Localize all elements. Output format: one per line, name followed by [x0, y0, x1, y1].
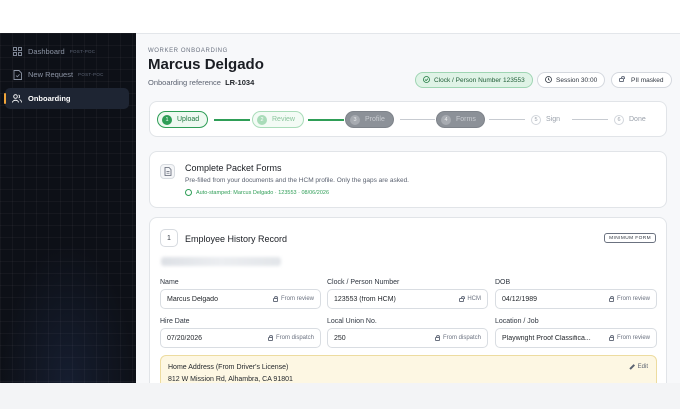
check-circle-icon: [185, 189, 192, 196]
lock-icon: [434, 335, 441, 341]
step-connector: [572, 119, 608, 120]
step-upload[interactable]: 1 Upload: [157, 111, 209, 128]
document-icon: [12, 69, 22, 80]
main-content: WORKER ONBOARDING Marcus Delgado Onboard…: [136, 33, 680, 383]
auto-stamp-note: Auto-stamped: Marcus Delgado · 123553 · …: [185, 189, 329, 196]
sidebar-item-onboarding[interactable]: Onboarding: [4, 88, 129, 109]
lock-icon: [272, 296, 279, 302]
lock-icon: [608, 335, 615, 341]
sidebar-item-label: Dashboard: [28, 47, 65, 56]
step-done[interactable]: 6 Done: [610, 111, 654, 128]
lock-icon: [267, 335, 274, 341]
clock-icon: [545, 75, 552, 85]
field-source-hint: From review: [272, 296, 314, 302]
section-number: 1: [160, 229, 178, 247]
packet-forms-card: Complete Packet Forms Pre-filled from yo…: [149, 151, 667, 208]
bottom-blank: [0, 383, 680, 409]
progress-stepper: 1 Upload 2 Review 3 Profile 4 Forms 5 Si…: [149, 101, 667, 137]
grid-icon: [12, 47, 22, 57]
home-address-label: Home Address (From Driver's License): [168, 364, 289, 371]
redacted-text: [161, 257, 281, 266]
field-source-hint: From dispatch: [434, 335, 481, 341]
step-connector: [400, 119, 435, 120]
field-label-clock-number: Clock / Person Number: [327, 279, 400, 286]
employee-history-card: 1 Employee History Record MINIMUM FORM N…: [149, 217, 667, 383]
sidebar-item-tag: POST-POC: [78, 72, 104, 77]
sidebar-item-label: New Request: [28, 70, 74, 79]
session-timer-pill: Session 30:00: [537, 72, 606, 88]
clock-number-pill: Clock / Person Number 123553: [415, 72, 533, 88]
sidebar: Dashboard POST-POC New Request POST-POC …: [0, 33, 136, 383]
check-circle-icon: [423, 75, 430, 85]
home-address-block: Home Address (From Driver's License) 812…: [160, 355, 657, 383]
users-icon: [12, 94, 22, 104]
step-sign[interactable]: 5 Sign: [527, 111, 568, 128]
sidebar-item-label: Onboarding: [28, 94, 71, 103]
pencil-icon: [629, 364, 635, 370]
step-review[interactable]: 2 Review: [252, 111, 304, 128]
packet-forms-description: Pre-filled from your documents and the H…: [185, 177, 409, 184]
step-profile[interactable]: 3 Profile: [345, 111, 394, 128]
field-source-hint: From dispatch: [267, 335, 314, 341]
step-connector: [308, 119, 344, 121]
lock-icon: [608, 296, 615, 302]
step-connector: [214, 119, 250, 121]
field-source-hint: From review: [608, 296, 650, 302]
step-connector: [489, 119, 525, 120]
field-source-hint: From review: [608, 335, 650, 341]
hire-date-field[interactable]: 07/20/2026 From dispatch: [160, 328, 321, 348]
document-icon: [160, 164, 175, 179]
field-label-local-union: Local Union No.: [327, 318, 377, 325]
lock-icon: [459, 296, 465, 302]
location-job-field[interactable]: Playwright Proof Classifica... From revi…: [495, 328, 657, 348]
sidebar-item-tag: POST-POC: [69, 49, 96, 54]
dob-field[interactable]: 04/12/1989 From review: [495, 289, 657, 309]
edit-address-button[interactable]: Edit: [629, 364, 648, 370]
reference-value: LR-1034: [225, 78, 255, 87]
name-field[interactable]: Marcus Delgado From review: [160, 289, 321, 309]
field-label-location-job: Location / Job: [495, 318, 539, 325]
home-address-value: 812 W Mission Rd, Alhambra, CA 91801: [168, 376, 293, 383]
minimum-form-badge: MINIMUM FORM: [604, 233, 656, 243]
field-label-hire-date: Hire Date: [160, 318, 190, 325]
section-title: Employee History Record: [185, 234, 288, 244]
lock-icon: [619, 75, 627, 84]
clock-number-field[interactable]: 123553 (from HCM) HCM: [327, 289, 488, 309]
top-left-blank: [0, 0, 148, 33]
pii-masked-pill: PII masked: [611, 72, 672, 88]
packet-forms-title: Complete Packet Forms: [185, 163, 282, 173]
field-label-dob: DOB: [495, 279, 511, 286]
app-root: Dashboard POST-POC New Request POST-POC …: [0, 0, 680, 409]
top-blank: [148, 0, 680, 33]
sidebar-item-dashboard[interactable]: Dashboard POST-POC: [5, 41, 129, 62]
step-forms[interactable]: 4 Forms: [436, 111, 485, 128]
onboarding-reference: Onboarding reference LR-1034: [148, 78, 255, 87]
field-source-hint: HCM: [459, 296, 481, 302]
page-eyebrow: WORKER ONBOARDING: [148, 48, 228, 54]
page-title: Marcus Delgado: [148, 56, 264, 73]
sidebar-item-new-request[interactable]: New Request POST-POC: [5, 64, 129, 85]
field-label-name: Name: [160, 279, 179, 286]
local-union-field[interactable]: 250 From dispatch: [327, 328, 488, 348]
